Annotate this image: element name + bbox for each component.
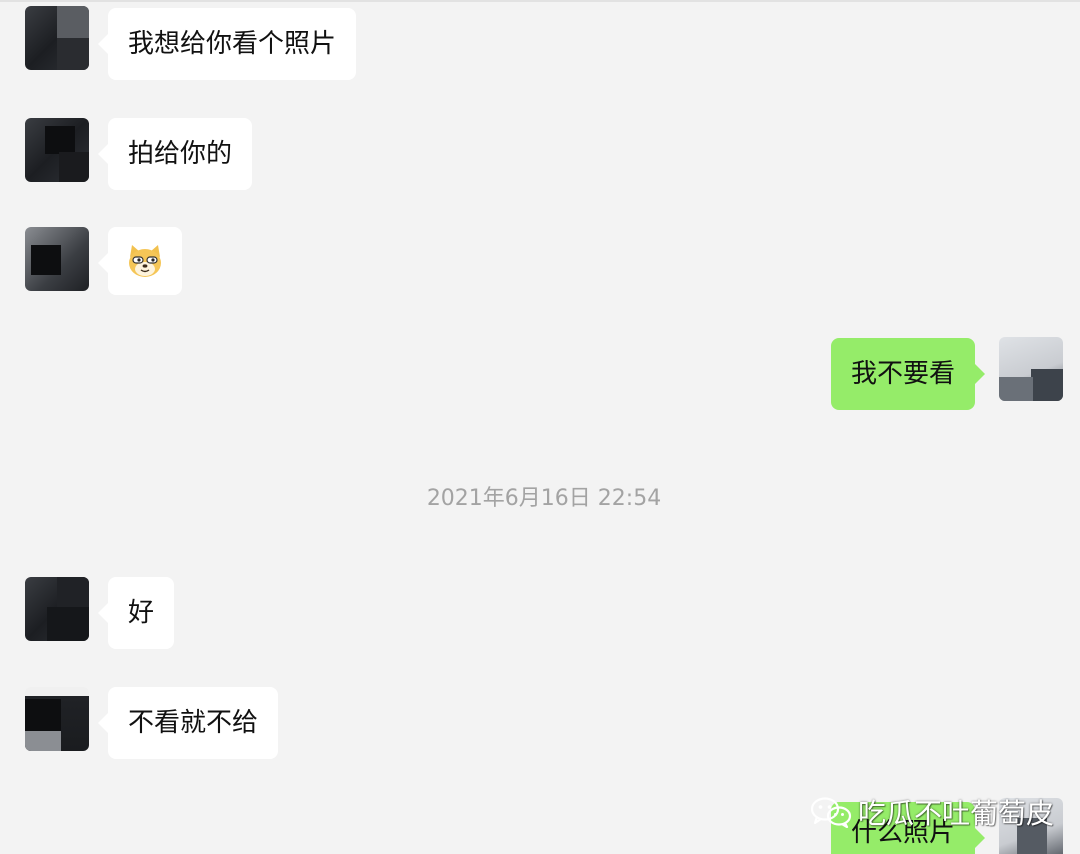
message-text: 拍给你的 (128, 139, 233, 169)
chat-window: 我想给你看个照片 拍给你的 我不要看 2021年6月16日 22:54 好 不看… (0, 0, 1080, 854)
watermark: 吃瓜不吐葡萄皮 (810, 792, 1054, 832)
message-text: 不看就不给 (128, 708, 259, 738)
message-text: 我想给你看个照片 (128, 29, 337, 59)
my-avatar[interactable] (999, 337, 1063, 401)
doge-emoji-icon (129, 245, 161, 277)
message-bubble[interactable]: 不看就不给 (97, 687, 279, 759)
message-bubble[interactable]: 好 (97, 577, 175, 649)
message-text: 好 (128, 598, 155, 628)
message-bubble[interactable]: 我想给你看个照片 (97, 8, 357, 80)
wechat-icon (810, 797, 852, 828)
contact-avatar[interactable] (25, 118, 89, 182)
contact-avatar[interactable] (25, 227, 89, 291)
contact-avatar[interactable] (25, 577, 89, 641)
contact-avatar[interactable] (25, 687, 89, 751)
watermark-text: 吃瓜不吐葡萄皮 (858, 797, 1055, 830)
message-text: 我不要看 (851, 359, 956, 389)
message-bubble[interactable] (98, 227, 182, 295)
contact-avatar[interactable] (25, 6, 89, 70)
timestamp: 2021年6月16日 22:54 (426, 486, 662, 511)
message-bubble[interactable]: 我不要看 (831, 338, 986, 410)
message-bubble[interactable]: 拍给你的 (97, 118, 253, 190)
